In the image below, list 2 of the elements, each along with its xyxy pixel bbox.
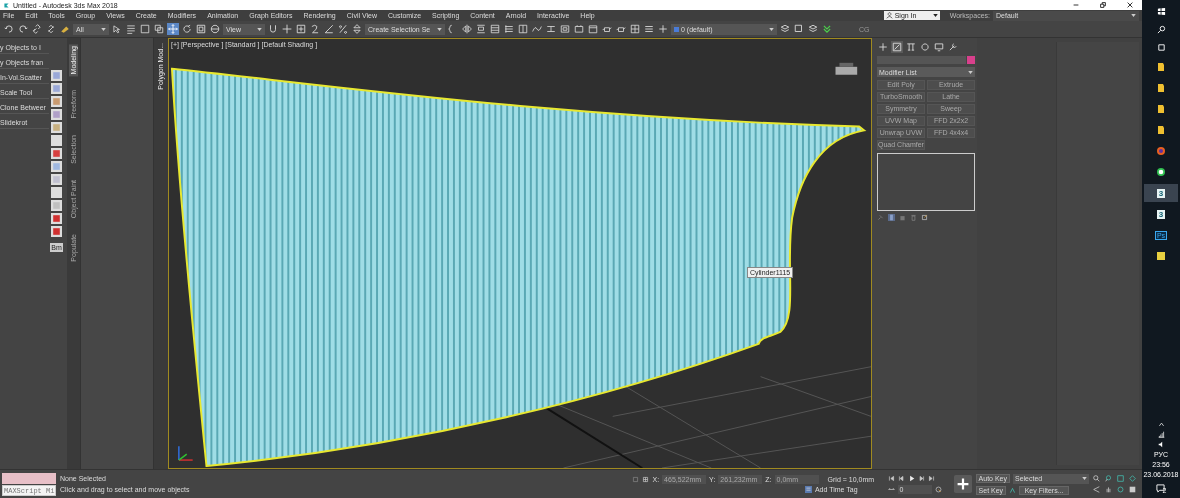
taskbar-app-button[interactable]: 3 bbox=[1144, 205, 1178, 223]
taskbar-app-button[interactable]: 3 bbox=[1144, 184, 1178, 202]
